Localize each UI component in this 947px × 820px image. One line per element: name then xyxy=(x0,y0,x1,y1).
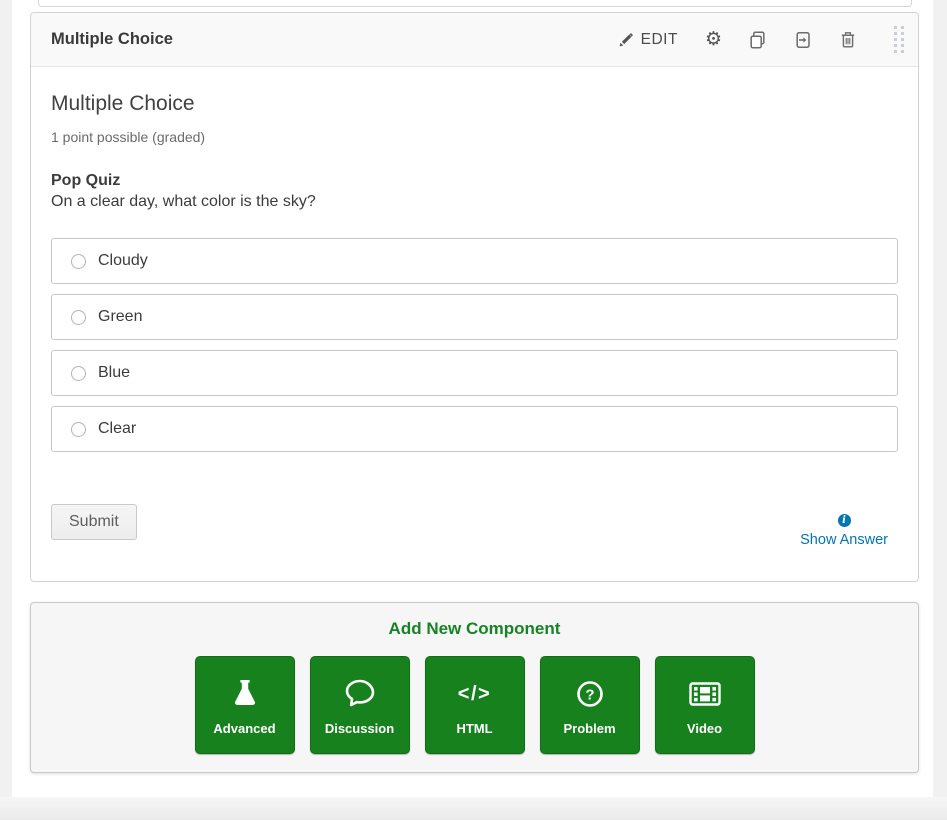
settings-button[interactable]: ⚙ xyxy=(705,30,722,49)
previous-component-card-edge xyxy=(38,0,912,7)
radio-icon[interactable] xyxy=(71,366,86,381)
add-button-label: Video xyxy=(687,721,722,736)
svg-text:?: ? xyxy=(585,687,594,704)
flask-icon xyxy=(227,672,263,716)
problem-actions-row: Submit i Show Answer xyxy=(51,504,898,540)
pencil-icon xyxy=(618,32,634,48)
question-circle-icon: ? xyxy=(572,672,608,716)
question-title: Pop Quiz xyxy=(51,172,898,190)
add-component-buttons: Advanced Discussion </> HTML xyxy=(31,656,918,754)
add-video-button[interactable]: Video xyxy=(655,656,755,754)
problem-title: Multiple Choice xyxy=(51,92,898,116)
choice-label: Clear xyxy=(98,420,136,438)
radio-icon[interactable] xyxy=(71,310,86,325)
duplicate-button[interactable] xyxy=(749,31,767,49)
radio-icon[interactable] xyxy=(71,422,86,437)
move-button[interactable] xyxy=(794,31,812,49)
radio-icon[interactable] xyxy=(71,254,86,269)
add-new-component-title: Add New Component xyxy=(31,603,918,639)
component-card-header: Multiple Choice EDIT ⚙ xyxy=(31,13,918,67)
drag-handle-icon[interactable] xyxy=(892,24,906,55)
add-new-component-panel: Add New Component Advanced Discussion xyxy=(30,602,919,773)
add-button-label: Discussion xyxy=(325,721,394,736)
add-problem-button[interactable]: ? Problem xyxy=(540,656,640,754)
choice-option[interactable]: Blue xyxy=(51,350,898,396)
question-text: On a clear day, what color is the sky? xyxy=(51,193,898,211)
content-area: Multiple Choice EDIT ⚙ xyxy=(12,0,933,797)
page-footer-background xyxy=(0,797,947,820)
choice-label: Cloudy xyxy=(98,252,148,270)
film-icon xyxy=(687,672,723,716)
studio-unit-page: { "component": { "header": { "title": "M… xyxy=(0,0,947,820)
info-icon: i xyxy=(838,514,851,527)
trash-icon xyxy=(839,31,857,49)
add-discussion-button[interactable]: Discussion xyxy=(310,656,410,754)
gear-icon: ⚙ xyxy=(705,30,722,49)
add-button-label: Problem xyxy=(563,721,615,736)
add-button-label: Advanced xyxy=(213,721,275,736)
code-icon: </> xyxy=(458,672,491,716)
delete-button[interactable] xyxy=(839,31,857,49)
show-answer-label: Show Answer xyxy=(800,532,888,548)
edit-button-label: EDIT xyxy=(641,31,678,49)
component-title: Multiple Choice xyxy=(51,30,173,49)
add-advanced-button[interactable]: Advanced xyxy=(195,656,295,754)
choice-list: Cloudy Green Blue Clear xyxy=(51,238,898,452)
choice-label: Green xyxy=(98,308,142,326)
speech-bubble-icon xyxy=(341,672,379,716)
choice-option[interactable]: Green xyxy=(51,294,898,340)
edit-button[interactable]: EDIT xyxy=(618,31,678,49)
choice-option[interactable]: Cloudy xyxy=(51,238,898,284)
component-actions: EDIT ⚙ xyxy=(618,24,906,55)
duplicate-icon xyxy=(749,31,767,49)
add-button-label: HTML xyxy=(456,721,492,736)
move-icon xyxy=(794,31,812,49)
choice-option[interactable]: Clear xyxy=(51,406,898,452)
choice-label: Blue xyxy=(98,364,130,382)
problem-preview: Multiple Choice 1 point possible (graded… xyxy=(31,67,918,540)
add-html-button[interactable]: </> HTML xyxy=(425,656,525,754)
show-answer-link[interactable]: i Show Answer xyxy=(800,514,888,548)
component-card-multiple-choice: Multiple Choice EDIT ⚙ xyxy=(30,12,919,582)
problem-points: 1 point possible (graded) xyxy=(51,129,898,145)
submit-button[interactable]: Submit xyxy=(51,504,137,540)
